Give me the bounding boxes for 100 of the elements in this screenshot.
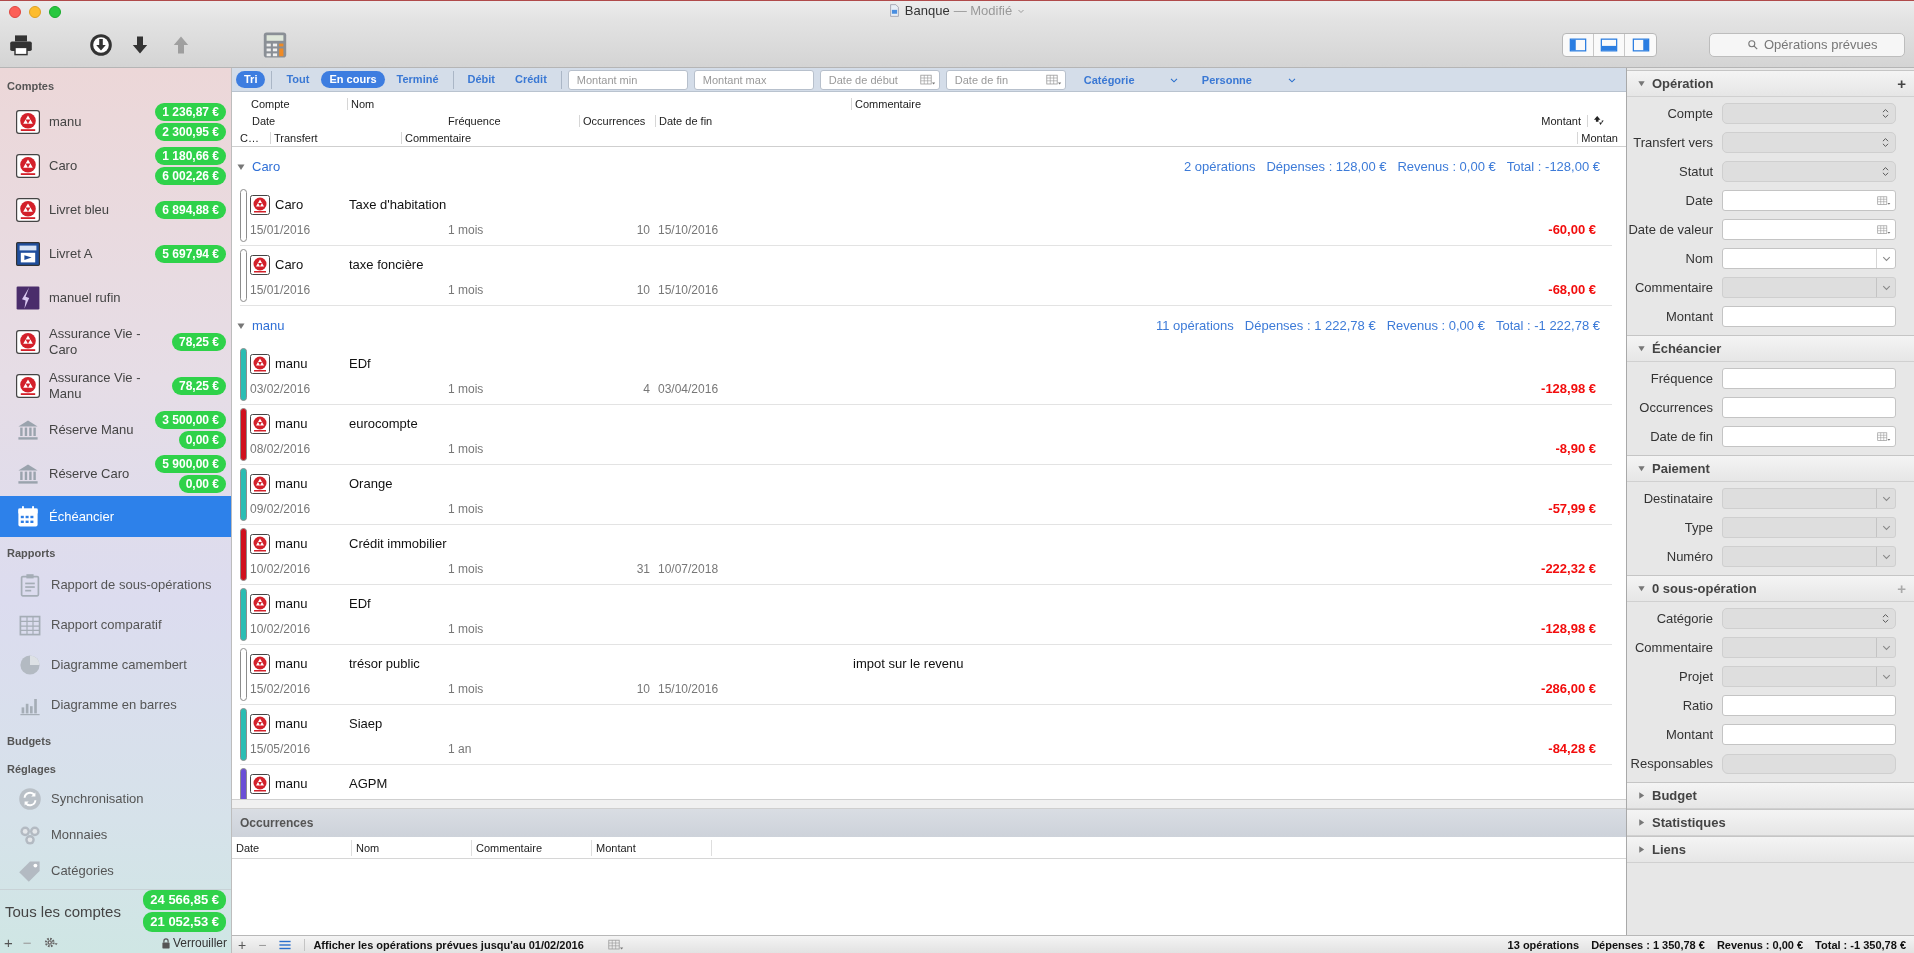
amount: -128,98 € (1541, 621, 1597, 636)
search-icon (1747, 38, 1759, 51)
column-header[interactable]: C… (238, 131, 270, 144)
sidebar-item[interactable]: manu 1 236,87 € 2 300,95 € (0, 100, 231, 144)
sidebar-item[interactable]: Échéancier (0, 496, 231, 537)
account-name: manu (275, 536, 309, 551)
sidebar-item[interactable]: Rapport de sous-opérations (0, 565, 231, 605)
sidebar-item[interactable]: Diagramme en barres (0, 685, 231, 725)
field-label: Responsables (1629, 756, 1714, 771)
column-header[interactable]: Fréquence (445, 114, 579, 127)
sidebar-item[interactable]: Réserve Caro 5 900,00 € 0,00 € (0, 452, 231, 496)
download-icon (89, 32, 113, 57)
input-field[interactable] (1722, 724, 1896, 745)
amount: -128,98 € (1541, 381, 1597, 396)
date-field[interactable] (1722, 190, 1896, 211)
date-field[interactable] (1722, 426, 1896, 447)
add-button[interactable]: + (238, 936, 247, 953)
sidebar-item[interactable]: Diagramme camembert (0, 645, 231, 685)
amount-field[interactable]: Montant max (693, 69, 814, 90)
bank-building-icon (16, 462, 40, 486)
field-label: Compte (1666, 106, 1714, 121)
date-field[interactable]: Date de fin (945, 69, 1066, 90)
column-header[interactable]: Occurrences (579, 114, 655, 127)
item-label: Synchronisation (51, 791, 145, 807)
operation-name: Siaep (349, 716, 384, 731)
operation-name: AGPM (349, 776, 389, 791)
balance-pill: 0,00 € (178, 475, 226, 493)
input-field[interactable] (1722, 368, 1896, 389)
sidebar-item[interactable]: Caro 1 180,66 € 6 002,26 € (0, 144, 231, 188)
lock-button[interactable]: Verrouiller (159, 935, 227, 950)
logo-icon (250, 713, 270, 734)
logo-icon (250, 593, 270, 614)
sidebar-item[interactable]: Synchronisation (0, 781, 231, 817)
total-label: Tous les comptes (5, 902, 121, 920)
column-header[interactable]: Commentaire (851, 97, 922, 110)
disclosure-triangle-icon[interactable] (1637, 79, 1646, 88)
balance-pill: 2 300,95 € (155, 123, 226, 141)
column-header[interactable]: Commentaire (472, 839, 592, 856)
column-header[interactable]: Montant (592, 839, 712, 856)
sidebar-item[interactable]: Assurance Vie - Manu 78,25 € (0, 364, 231, 408)
operation-name: EDf (349, 596, 372, 611)
balance-pill: 1 236,87 € (155, 103, 226, 121)
disclosure-triangle-icon[interactable] (1637, 845, 1646, 854)
balance-pill: 3 500,00 € (155, 411, 226, 429)
date-field[interactable] (1722, 219, 1896, 240)
account-name: manu (275, 476, 309, 491)
disclosure-triangle-icon[interactable] (1637, 344, 1646, 353)
column-header[interactable]: Nom (352, 839, 472, 856)
account-name: manu (275, 416, 309, 431)
column-header[interactable]: Montant (1541, 114, 1588, 127)
column-header[interactable]: Commentaire (401, 131, 701, 144)
operation-date: 08/02/2016 (250, 441, 312, 456)
column-header[interactable]: Date de fin (655, 114, 737, 127)
amount-field[interactable]: Montant min (567, 69, 688, 90)
sidebar-item[interactable]: Rapport comparatif (0, 605, 231, 645)
account-name: manu (275, 716, 309, 731)
item-label: Catégories (51, 863, 115, 879)
item-label: manu (49, 114, 83, 130)
end-date: 03/04/2016 (657, 381, 720, 396)
window-zoom-button[interactable] (49, 5, 61, 18)
window-close-button[interactable] (9, 5, 21, 18)
column-header[interactable]: Date (232, 839, 352, 856)
amount: -286,00 € (1541, 681, 1597, 696)
sort-icon[interactable] (1592, 114, 1605, 127)
operation-name: trésor public (349, 656, 421, 671)
logo-icon (16, 330, 40, 354)
sort-toggle[interactable]: Tri (236, 71, 266, 88)
add-button[interactable]: + (1897, 75, 1906, 92)
input-field[interactable] (1722, 397, 1896, 418)
clipboard-icon (18, 573, 42, 597)
sidebar-item[interactable]: Monnaies (0, 817, 231, 853)
sidebar-item[interactable]: manuel rufin (0, 276, 231, 320)
sidebar-item[interactable]: Assurance Vie - Caro 78,25 € (0, 320, 231, 364)
summary-text: Total : -1 350,78 € (1815, 938, 1906, 951)
filter-tab[interactable]: En cours (321, 71, 385, 88)
input-field[interactable] (1722, 695, 1896, 716)
panel-title: Occurrences (232, 809, 1626, 837)
sidebar-item[interactable]: Livret A 5 697,94 € (0, 232, 231, 276)
summary-text: Revenus : 0,00 € (1716, 938, 1804, 951)
column-header[interactable]: Transfert (270, 131, 401, 144)
search-field[interactable]: Opérations prévues (1709, 32, 1905, 57)
window-minimize-button[interactable] (29, 5, 41, 18)
sidebar-item[interactable]: Réserve Manu 3 500,00 € 0,00 € (0, 408, 231, 452)
column-header[interactable]: Date (249, 114, 445, 127)
add-button[interactable]: + (4, 934, 13, 951)
input-field[interactable] (1722, 306, 1896, 327)
column-header[interactable]: Compte (248, 97, 347, 110)
item-label: Monnaies (51, 827, 109, 843)
date-field[interactable]: Date de début (819, 69, 940, 90)
sidebar-item[interactable]: Livret bleu 6 894,88 € (0, 188, 231, 232)
disclosure-triangle-icon[interactable] (1637, 818, 1646, 827)
disclosure-triangle-icon[interactable] (1637, 791, 1646, 800)
column-header[interactable]: Nom (347, 97, 851, 110)
balance-pill: 1 180,66 € (155, 147, 226, 165)
disclosure-triangle-icon[interactable] (1637, 584, 1646, 593)
combo-box[interactable] (1722, 248, 1896, 269)
item-label: Diagramme camembert (51, 657, 188, 673)
sidebar-item[interactable]: Catégories (0, 853, 231, 889)
disclosure-triangle-icon[interactable] (1637, 464, 1646, 473)
frequency: 1 mois (448, 222, 485, 237)
